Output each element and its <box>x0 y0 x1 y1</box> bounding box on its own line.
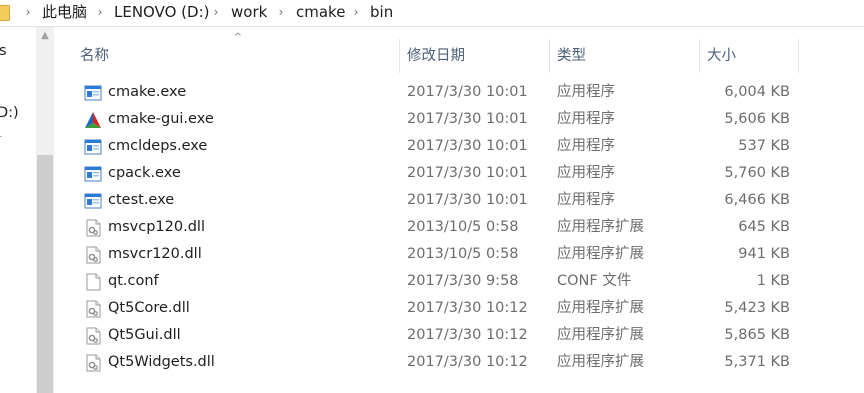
dll-icon <box>84 354 102 372</box>
file-type: 应用程序 <box>557 138 615 154</box>
file-row[interactable]: cpack.exe 2017/3/30 10:01 应用程序 5,760 KB <box>76 160 818 187</box>
file-type: 应用程序 <box>557 111 615 127</box>
file-type: CONF 文件 <box>557 273 632 289</box>
file-row[interactable]: cmake.exe 2017/3/30 10:01 应用程序 6,004 KB <box>76 79 818 106</box>
chevron-right-icon[interactable]: › <box>350 3 362 21</box>
file-type: 应用程序 <box>557 165 615 181</box>
column-divider[interactable] <box>399 39 400 73</box>
file-name[interactable]: msvcp120.dll <box>108 214 205 241</box>
column-divider[interactable] <box>798 39 799 73</box>
nav-item[interactable]: r <box>0 132 2 145</box>
cmake-gui-icon <box>84 111 102 129</box>
file-type: 应用程序扩展 <box>557 354 644 370</box>
file-type: 应用程序扩展 <box>557 219 644 235</box>
exe-icon <box>84 84 102 102</box>
file-name[interactable]: cmcldeps.exe <box>108 133 207 160</box>
file-name[interactable]: Qt5Widgets.dll <box>108 349 215 376</box>
column-header-type[interactable]: 类型 <box>557 39 586 73</box>
scroll-up-arrow-icon[interactable]: ▲ <box>36 27 54 45</box>
file-modified-date: 2017/3/30 10:01 <box>407 84 528 100</box>
file-row[interactable]: Qt5Core.dll 2017/3/30 10:12 应用程序扩展 5,423 KB <box>76 295 818 322</box>
file-modified-date: 2013/10/5 0:58 <box>407 219 519 235</box>
navigation-scrollbar[interactable]: ▲ <box>36 27 54 393</box>
file-name[interactable]: cmake-gui.exe <box>108 106 214 133</box>
file-name[interactable]: qt.conf <box>108 268 159 295</box>
file-name[interactable]: cmake.exe <box>108 79 186 106</box>
file-size: 5,760 KB <box>724 165 790 181</box>
file-modified-date: 2017/3/30 10:12 <box>407 354 528 370</box>
column-header-date[interactable]: 修改日期 <box>407 39 465 73</box>
navigation-pane[interactable]: s D:) r <box>0 27 36 393</box>
file-row[interactable]: qt.conf 2017/3/30 9:58 CONF 文件 1 KB <box>76 268 818 295</box>
breadcrumb-item-drive[interactable]: LENOVO (D:) <box>114 2 209 22</box>
file-size: 645 KB <box>738 219 790 235</box>
breadcrumb-item-bin[interactable]: bin <box>370 2 393 22</box>
file-name[interactable]: msvcr120.dll <box>108 241 202 268</box>
file-type: 应用程序 <box>557 84 615 100</box>
file-row[interactable]: msvcr120.dll 2013/10/5 0:58 应用程序扩展 941 KB <box>76 241 818 268</box>
file-row[interactable]: Qt5Gui.dll 2017/3/30 10:12 应用程序扩展 5,865 KB <box>76 322 818 349</box>
file-explorer-window: › 此电脑 › LENOVO (D:) › work › cmake › bin… <box>0 0 864 393</box>
file-list[interactable]: ^ 名称 修改日期 类型 大小 cmake.exe 2017/3/30 10:01… <box>54 27 864 393</box>
file-type: 应用程序 <box>557 192 615 208</box>
file-size: 6,004 KB <box>724 84 790 100</box>
chevron-right-icon[interactable]: › <box>275 3 287 21</box>
file-modified-date: 2017/3/30 10:01 <box>407 192 528 208</box>
nav-item-drive[interactable]: D:) <box>0 105 19 121</box>
dll-icon <box>84 327 102 345</box>
file-name[interactable]: Qt5Gui.dll <box>108 322 181 349</box>
file-size: 6,466 KB <box>724 192 790 208</box>
file-modified-date: 2017/3/30 9:58 <box>407 273 519 289</box>
file-size: 5,423 KB <box>724 300 790 316</box>
column-header-name[interactable]: 名称 <box>80 39 109 73</box>
dll-icon <box>84 246 102 264</box>
file-name[interactable]: ctest.exe <box>108 187 174 214</box>
column-divider[interactable] <box>699 39 700 73</box>
column-divider[interactable] <box>549 39 550 73</box>
file-modified-date: 2013/10/5 0:58 <box>407 246 519 262</box>
file-type: 应用程序扩展 <box>557 246 644 262</box>
breadcrumb-item-cmake[interactable]: cmake <box>296 2 345 22</box>
file-modified-date: 2017/3/30 10:12 <box>407 300 528 316</box>
file-modified-date: 2017/3/30 10:12 <box>407 327 528 343</box>
breadcrumb-item-work[interactable]: work <box>231 2 267 22</box>
file-modified-date: 2017/3/30 10:01 <box>407 165 528 181</box>
exe-icon <box>84 192 102 210</box>
dll-icon <box>84 219 102 237</box>
file-size: 5,606 KB <box>724 111 790 127</box>
file-size: 537 KB <box>738 138 790 154</box>
chevron-right-icon[interactable]: › <box>22 3 34 21</box>
file-row[interactable]: ctest.exe 2017/3/30 10:01 应用程序 6,466 KB <box>76 187 818 214</box>
sort-ascending-icon: ^ <box>233 32 243 43</box>
exe-icon <box>84 138 102 156</box>
file-name[interactable]: cpack.exe <box>108 160 181 187</box>
file-type: 应用程序扩展 <box>557 300 644 316</box>
file-size: 5,865 KB <box>724 327 790 343</box>
file-size: 5,371 KB <box>724 354 790 370</box>
chevron-right-icon[interactable]: › <box>94 3 106 21</box>
file-modified-date: 2017/3/30 10:01 <box>407 138 528 154</box>
column-header-size[interactable]: 大小 <box>707 39 736 73</box>
file-row[interactable]: cmcldeps.exe 2017/3/30 10:01 应用程序 537 KB <box>76 133 818 160</box>
dll-icon <box>84 300 102 318</box>
exe-icon <box>84 165 102 183</box>
breadcrumb[interactable]: › 此电脑 › LENOVO (D:) › work › cmake › bin <box>0 0 864 27</box>
file-type: 应用程序扩展 <box>557 327 644 343</box>
file-row[interactable]: cmake-gui.exe 2017/3/30 10:01 应用程序 5,606 KB <box>76 106 818 133</box>
breadcrumb-item-this-pc[interactable]: 此电脑 <box>42 2 87 22</box>
file-row[interactable]: Qt5Widgets.dll 2017/3/30 10:12 应用程序扩展 5,371… <box>76 349 818 376</box>
conf-file-icon <box>84 273 102 291</box>
chevron-right-icon[interactable]: › <box>210 3 222 21</box>
file-size: 941 KB <box>738 246 790 262</box>
file-row[interactable]: msvcp120.dll 2013/10/5 0:58 应用程序扩展 645 KB <box>76 214 818 241</box>
nav-item[interactable]: s <box>0 43 7 59</box>
file-size: 1 KB <box>756 273 790 289</box>
file-name[interactable]: Qt5Core.dll <box>108 295 190 322</box>
scrollbar-thumb[interactable] <box>37 155 53 393</box>
folder-icon <box>0 5 10 21</box>
file-modified-date: 2017/3/30 10:01 <box>407 111 528 127</box>
